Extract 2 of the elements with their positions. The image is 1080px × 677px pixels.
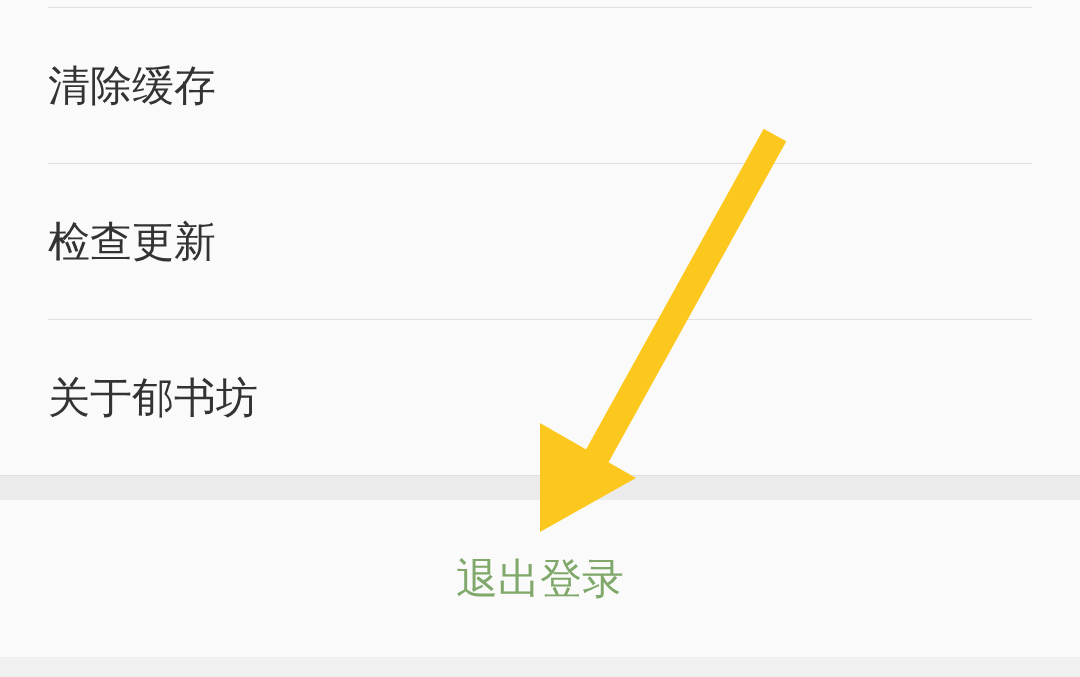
settings-item[interactable]: 检查更新: [48, 163, 1032, 319]
settings-item[interactable]: 清除缓存: [48, 7, 1032, 163]
